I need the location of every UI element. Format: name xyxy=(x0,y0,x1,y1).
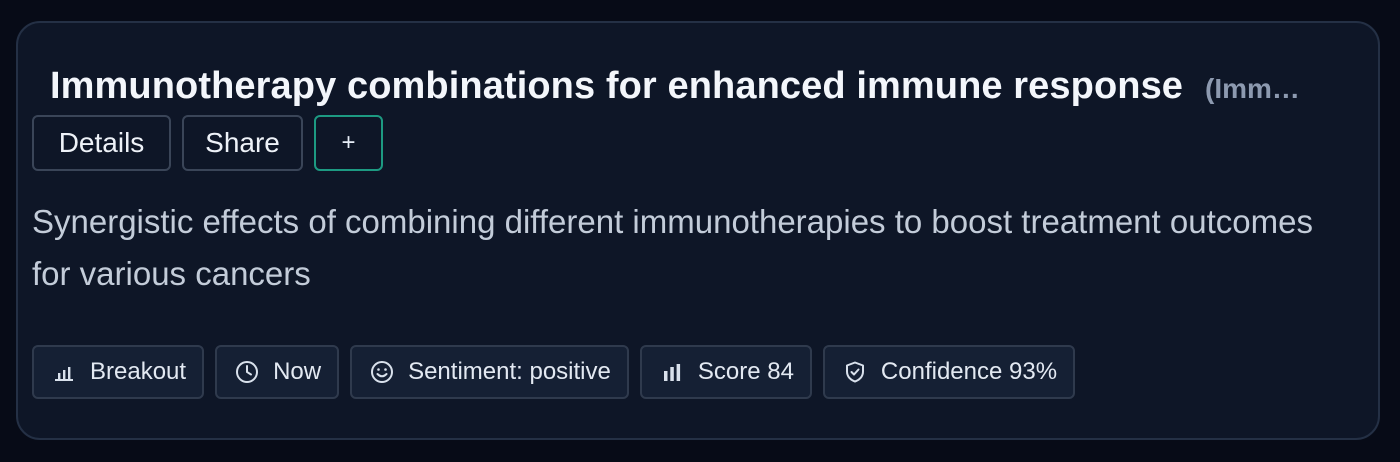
smiley-icon xyxy=(370,360,394,384)
tag-sentiment[interactable]: Sentiment: positive xyxy=(350,345,629,399)
tag-time[interactable]: Now xyxy=(215,345,340,399)
tag-confidence[interactable]: Confidence 93% xyxy=(822,345,1076,399)
title-row: Immunotherapy combinations for enhanced … xyxy=(50,65,1350,115)
tag-label: Breakout xyxy=(90,358,187,385)
bar-chart-icon xyxy=(660,360,684,384)
tag-label: Score 84 xyxy=(697,358,794,385)
card-title[interactable]: Immunotherapy combinations for enhanced … xyxy=(50,65,1183,108)
tag-label: Confidence 93% xyxy=(880,358,1058,385)
bar-chart-icon xyxy=(52,360,76,384)
tag-list: Breakout Now Sentiment: positive Score 8… xyxy=(32,345,1076,399)
shield-check-icon xyxy=(843,360,867,384)
card-description: Synergistic effects of combining differe… xyxy=(32,203,1313,292)
tag-label: Now xyxy=(273,358,322,385)
clock-icon xyxy=(235,360,259,384)
card-title-suffix: (Imm… xyxy=(1205,73,1300,104)
share-button[interactable]: Share xyxy=(182,115,303,171)
add-button[interactable]: + xyxy=(314,115,383,171)
details-button[interactable]: Details xyxy=(32,115,171,171)
tag-score[interactable]: Score 84 xyxy=(639,345,812,399)
tag-label: Sentiment: positive xyxy=(408,358,611,385)
tag-breakout[interactable]: Breakout xyxy=(32,345,205,399)
action-buttons: Details Share + xyxy=(32,115,383,171)
